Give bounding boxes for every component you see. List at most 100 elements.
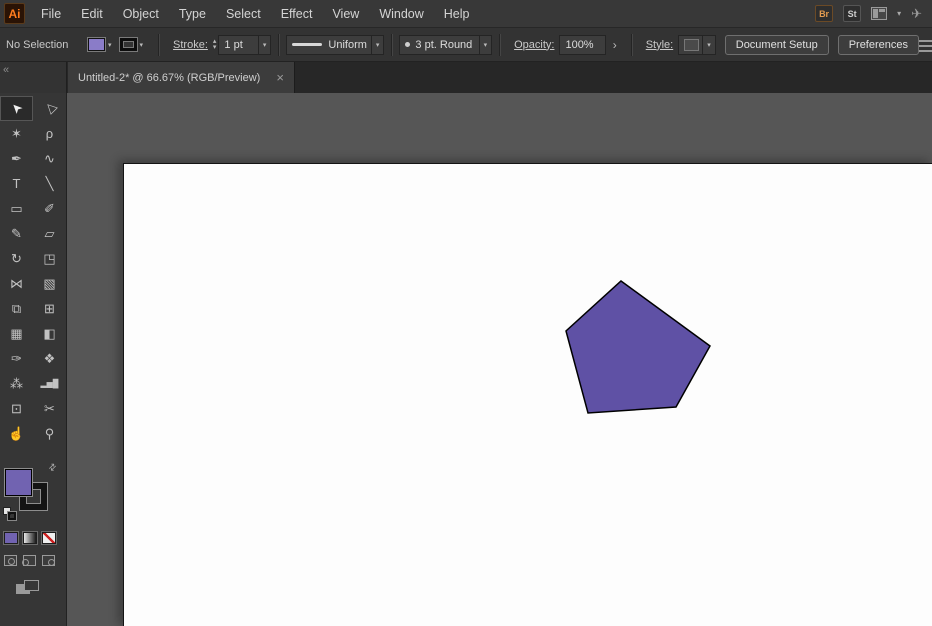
gradient-icon: ◧ (43, 326, 56, 341)
document-tab[interactable]: Untitled-2* @ 66.67% (RGB/Preview) × (68, 62, 295, 93)
menu-window[interactable]: Window (369, 7, 433, 21)
magic-wand-tool[interactable]: ✶ (0, 121, 33, 146)
scale-tool[interactable]: ◳ (33, 246, 66, 271)
opacity-input[interactable]: 100% (559, 34, 606, 55)
style-chevron-icon[interactable]: ▾ (702, 35, 715, 54)
bridge-icon[interactable]: Br (815, 5, 834, 22)
symbol-sprayer-tool[interactable]: ⁂ (0, 371, 33, 396)
color-button[interactable] (4, 532, 18, 544)
free-transform-tool[interactable]: ▧ (33, 271, 66, 296)
stroke-weight-stepper[interactable]: ▴ ▾ (213, 38, 217, 51)
curvature-tool[interactable]: ∿ (33, 146, 66, 171)
workspace-pane (873, 9, 879, 18)
selection-tool-icon: ➤ (7, 99, 26, 118)
menu-view[interactable]: View (322, 7, 369, 21)
gradient-tool[interactable]: ◧ (33, 321, 66, 346)
menu-object[interactable]: Object (113, 7, 169, 21)
stroke-swatch[interactable] (119, 38, 137, 51)
line-segment-tool[interactable]: ╲ (33, 171, 66, 196)
artboard-tool-icon: ⊡ (11, 401, 22, 416)
eyedropper-tool[interactable]: ✑ (0, 346, 33, 371)
canvas[interactable] (67, 93, 932, 626)
blend-tool[interactable]: ❖ (33, 346, 66, 371)
document-setup-button[interactable]: Document Setup (724, 34, 829, 55)
shaper-tool[interactable]: ✎ (0, 221, 33, 246)
paintbrush-tool[interactable]: ✐ (33, 196, 66, 221)
selection-tool[interactable]: ➤ (0, 96, 33, 121)
pen-tool[interactable]: ✒ (0, 146, 33, 171)
fill-chevron-icon[interactable]: ▾ (108, 41, 112, 49)
direct-selection-tool[interactable]: ▷ (33, 96, 66, 121)
control-panel-menu-icon[interactable] (919, 37, 932, 52)
direct-selection-tool-icon: ▷ (40, 99, 59, 118)
opacity-flyout-arrow-icon[interactable]: › (613, 38, 617, 52)
shape-builder-tool[interactable]: ⧉ (0, 296, 33, 321)
style-swatch (684, 38, 700, 51)
eraser-icon: ▱ (44, 226, 55, 241)
hand-tool[interactable]: ☝ (0, 421, 33, 446)
pen-icon: ✒ (11, 151, 22, 166)
menu-help[interactable]: Help (434, 7, 480, 21)
brush-select[interactable]: 3 pt. Round ▾ (399, 34, 493, 55)
perspective-grid-tool[interactable]: ⊞ (33, 296, 66, 321)
stroke-weight-chevron-icon[interactable]: ▾ (257, 35, 271, 54)
control-bar: No Selection ▾ ▾ Stroke: ▴ ▾ 1 pt ▾ Unif… (0, 28, 932, 62)
menu-edit[interactable]: Edit (71, 7, 113, 21)
menu-file[interactable]: File (31, 7, 71, 21)
default-fill-stroke-icon[interactable] (3, 507, 17, 521)
style-select[interactable]: ▾ (678, 34, 716, 55)
workspace-chevron-icon[interactable]: ▾ (897, 9, 901, 18)
curvature-icon: ∿ (44, 151, 55, 166)
stroke-chevron-icon[interactable]: ▾ (140, 41, 144, 49)
rotate-icon: ↻ (11, 251, 22, 266)
brush-chevron-icon[interactable]: ▾ (478, 35, 492, 54)
stroke-color-control[interactable]: ▾ (119, 38, 144, 51)
width-profile-select[interactable]: Uniform ▾ (286, 34, 385, 55)
tools-panel-header: « (0, 62, 67, 93)
rotate-tool[interactable]: ↻ (0, 246, 33, 271)
mesh-tool[interactable]: ▦ (0, 321, 33, 346)
swap-fill-stroke-icon[interactable]: ⇄ (47, 461, 60, 474)
share-icon[interactable]: ✈ (911, 6, 922, 22)
tools-panel: ➤ ▷ ✶ ρ ✒ ∿ T ╲ ▭ ✐ ✎ ▱ ↻ ◳ ⋈ ▧ ⧉ ⊞ ▦ ◧ (0, 93, 67, 626)
width-tool[interactable]: ⋈ (0, 271, 33, 296)
draw-inside-button[interactable] (42, 555, 55, 566)
menu-effect[interactable]: Effect (271, 7, 323, 21)
collapse-panel-icon[interactable]: « (3, 64, 9, 76)
gradient-button[interactable] (23, 532, 37, 544)
fill-indicator[interactable] (5, 469, 32, 496)
draw-behind-button[interactable] (22, 555, 36, 566)
width-tool-icon: ⋈ (10, 276, 23, 291)
type-tool[interactable]: T (0, 171, 33, 196)
opacity-panel-link[interactable]: Opacity: (514, 39, 554, 51)
none-button[interactable] (42, 532, 56, 544)
column-graph-tool[interactable]: ▂▅█ (33, 371, 66, 396)
slice-tool[interactable]: ✂ (33, 396, 66, 421)
stepper-down-icon[interactable]: ▾ (213, 44, 217, 51)
draw-normal-button[interactable] (4, 555, 17, 566)
lasso-tool[interactable]: ρ (33, 121, 66, 146)
zoom-tool[interactable]: ⚲ (33, 421, 66, 446)
fill-color-control[interactable]: ▾ (88, 38, 112, 51)
workspace-switcher-icon[interactable] (871, 7, 888, 20)
perspective-grid-icon: ⊞ (44, 301, 55, 316)
close-tab-icon[interactable]: × (276, 70, 284, 85)
style-panel-link[interactable]: Style: (646, 39, 674, 51)
stroke-panel-link[interactable]: Stroke: (173, 39, 208, 51)
menu-select[interactable]: Select (216, 7, 271, 21)
brush-preview-icon (405, 42, 411, 47)
preferences-button[interactable]: Preferences (837, 34, 919, 55)
fill-swatch[interactable] (88, 38, 105, 51)
rectangle-tool[interactable]: ▭ (0, 196, 33, 221)
artboard-tool[interactable]: ⊡ (0, 396, 33, 421)
width-profile-value: Uniform (328, 38, 367, 51)
stroke-weight-select[interactable]: 1 pt ▾ (218, 34, 272, 55)
width-profile-chevron-icon[interactable]: ▾ (370, 35, 384, 54)
menu-type[interactable]: Type (169, 7, 216, 21)
screen-mode-button[interactable] (16, 580, 40, 596)
drawing-mode-buttons (4, 555, 55, 566)
stock-icon[interactable]: St (843, 5, 862, 22)
eraser-tool[interactable]: ▱ (33, 221, 66, 246)
free-transform-icon: ▧ (43, 276, 56, 291)
pentagon-shape[interactable] (565, 280, 711, 414)
